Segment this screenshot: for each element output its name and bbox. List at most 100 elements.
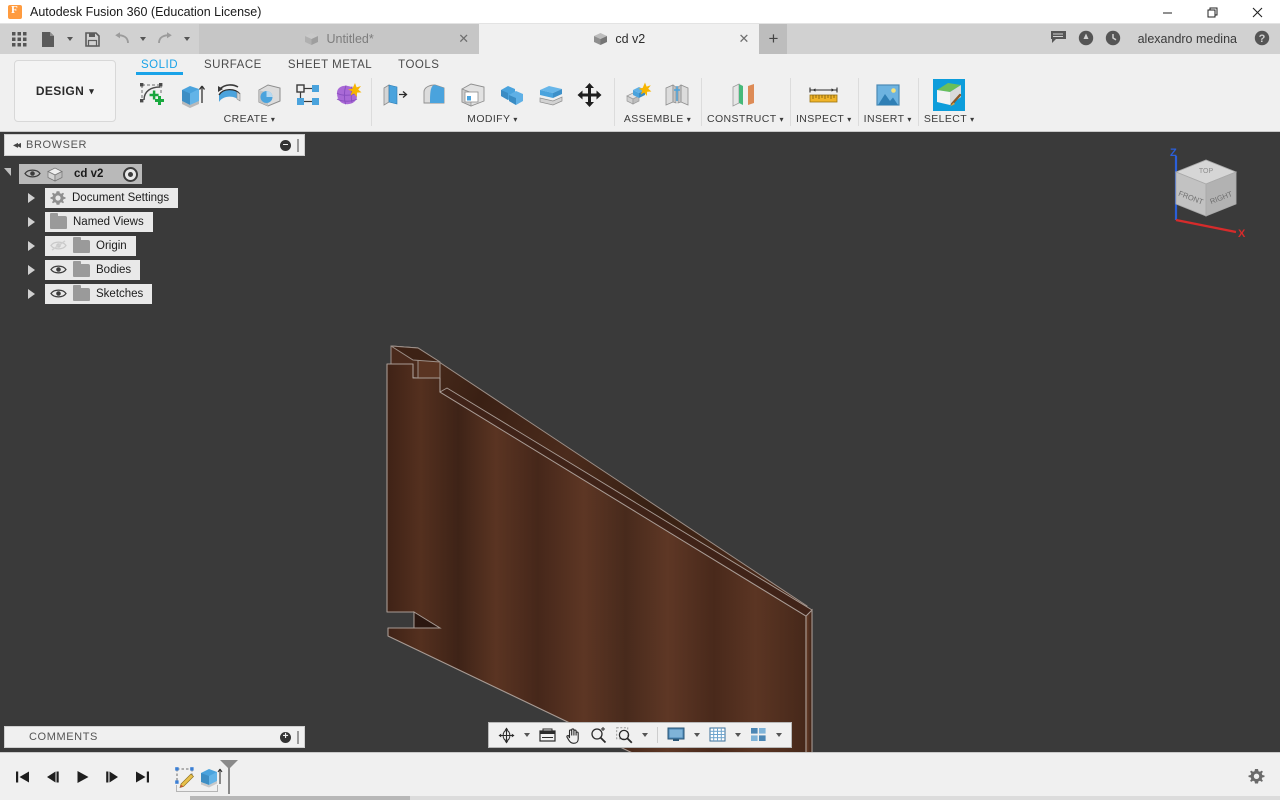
joint-icon[interactable]: [659, 77, 695, 113]
orbit-caret-icon[interactable]: [520, 724, 534, 746]
expand-arrow-icon[interactable]: [4, 168, 11, 176]
tree-row-named-views[interactable]: Named Views: [0, 210, 305, 234]
panel-assemble-label[interactable]: ASSEMBLE ▾: [624, 113, 691, 125]
file-menu-caret-icon[interactable]: [64, 26, 76, 52]
timeline-settings-gear-icon[interactable]: [1246, 766, 1266, 788]
comments-panel[interactable]: COMMENTS +: [4, 726, 305, 748]
tree-item-chip[interactable]: Sketches: [45, 284, 153, 304]
grid-menu-icon[interactable]: [6, 26, 32, 52]
undo-caret-icon[interactable]: [137, 26, 149, 52]
collapse-icon[interactable]: ◂◂: [13, 140, 21, 151]
add-comment-icon[interactable]: +: [280, 731, 291, 743]
close-icon[interactable]: ✕: [739, 31, 750, 47]
revolve-icon[interactable]: [212, 77, 248, 113]
3d-viewport[interactable]: ◂◂ BROWSER – cd v2 Document Settings Nam…: [0, 132, 1280, 752]
move-copy-icon[interactable]: [572, 77, 608, 113]
display-settings-caret-icon[interactable]: [690, 724, 704, 746]
help-icon[interactable]: ?: [1254, 30, 1270, 49]
extrude-icon[interactable]: [173, 77, 209, 113]
grid-snaps-icon[interactable]: [705, 724, 730, 746]
pattern-icon[interactable]: [290, 77, 326, 113]
file-icon[interactable]: [35, 26, 61, 52]
expand-arrow-icon[interactable]: [28, 193, 35, 203]
go-to-end-icon[interactable]: [132, 766, 152, 788]
close-icon[interactable]: ✕: [458, 31, 469, 47]
document-tab-untitled[interactable]: Untitled* ✕: [199, 24, 480, 54]
combine-icon[interactable]: [494, 77, 530, 113]
insert-image-icon[interactable]: [870, 77, 906, 113]
zoom-window-icon[interactable]: [612, 724, 637, 746]
panel-construct-label[interactable]: CONSTRUCT ▾: [707, 113, 784, 125]
measure-icon[interactable]: [806, 77, 842, 113]
new-tab-button[interactable]: +: [759, 24, 788, 54]
notification-icon[interactable]: [1078, 30, 1094, 49]
fillet-icon[interactable]: [416, 77, 452, 113]
tree-item-chip[interactable]: Bodies: [45, 260, 141, 280]
display-settings-screen-icon[interactable]: [663, 724, 689, 746]
shell-icon[interactable]: [455, 77, 491, 113]
display-settings-icon[interactable]: [535, 724, 560, 746]
form-icon[interactable]: [329, 77, 365, 113]
eye-visible-icon[interactable]: [50, 264, 67, 276]
new-component-icon[interactable]: [620, 77, 656, 113]
tree-root-row[interactable]: cd v2: [0, 162, 305, 186]
save-icon[interactable]: [79, 26, 105, 52]
timeline-playhead[interactable]: [220, 759, 238, 794]
panel-select-label[interactable]: SELECT ▾: [924, 113, 975, 125]
viewports-caret-icon[interactable]: [772, 724, 786, 746]
orbit-icon[interactable]: [494, 724, 519, 746]
tree-row-origin[interactable]: Origin: [0, 234, 305, 258]
press-pull-icon[interactable]: [377, 77, 413, 113]
panel-create-label[interactable]: CREATE ▾: [224, 113, 276, 125]
eye-visible-icon[interactable]: [50, 288, 67, 300]
maximize-button[interactable]: [1190, 0, 1235, 24]
sweep-icon[interactable]: [251, 77, 287, 113]
tab-surface[interactable]: SURFACE: [191, 54, 275, 75]
tree-row-sketches[interactable]: Sketches: [0, 282, 305, 306]
pan-icon[interactable]: [561, 724, 585, 746]
minimize-panel-icon[interactable]: –: [280, 139, 291, 151]
undo-icon[interactable]: [108, 26, 134, 52]
tree-item-chip[interactable]: Origin: [45, 236, 136, 256]
tree-row-bodies[interactable]: Bodies: [0, 258, 305, 282]
expand-arrow-icon[interactable]: [28, 265, 35, 275]
tab-tools[interactable]: TOOLS: [385, 54, 452, 75]
workspace-switcher[interactable]: DESIGN ▾: [14, 60, 116, 122]
redo-caret-icon[interactable]: [181, 26, 193, 52]
document-tab-cd-v2[interactable]: cd v2 ✕: [479, 24, 760, 54]
go-to-beginning-icon[interactable]: [12, 766, 32, 788]
eye-visible-icon[interactable]: [24, 168, 41, 180]
panel-inspect-label[interactable]: INSPECT ▾: [796, 113, 852, 125]
panel-modify-label[interactable]: MODIFY ▾: [467, 113, 518, 125]
zoom-icon[interactable]: [586, 724, 611, 746]
tree-root-chip[interactable]: cd v2: [19, 164, 143, 184]
split-face-icon[interactable]: [533, 77, 569, 113]
view-cube[interactable]: Z X TOP FRONT RIGHT: [1154, 142, 1254, 242]
step-forward-icon[interactable]: [102, 766, 122, 788]
select-icon[interactable]: [931, 77, 967, 113]
zoom-window-caret-icon[interactable]: [638, 724, 652, 746]
step-back-icon[interactable]: [42, 766, 62, 788]
close-button[interactable]: [1235, 0, 1280, 24]
tree-item-chip[interactable]: Document Settings: [45, 188, 179, 208]
tab-sheet-metal[interactable]: SHEET METAL: [275, 54, 385, 75]
create-sketch-icon[interactable]: [134, 77, 170, 113]
play-icon[interactable]: [72, 766, 92, 788]
job-status-icon[interactable]: [1105, 30, 1121, 49]
expand-arrow-icon[interactable]: [28, 241, 35, 251]
expand-arrow-icon[interactable]: [28, 217, 35, 227]
tab-solid[interactable]: SOLID: [128, 54, 191, 75]
minimize-button[interactable]: [1145, 0, 1190, 24]
viewports-icon[interactable]: [746, 724, 771, 746]
comment-icon[interactable]: [1050, 30, 1067, 48]
tree-item-chip[interactable]: Named Views: [45, 212, 153, 232]
panel-insert-label[interactable]: INSERT ▾: [864, 113, 912, 125]
user-name[interactable]: alexandro medina: [1132, 32, 1243, 46]
tree-row-document-settings[interactable]: Document Settings: [0, 186, 305, 210]
panel-grip[interactable]: [297, 730, 299, 744]
timeline-scrollbar[interactable]: [190, 796, 1280, 800]
activate-target-icon[interactable]: [123, 166, 139, 182]
expand-arrow-icon[interactable]: [28, 289, 35, 299]
eye-hidden-icon[interactable]: [50, 240, 67, 252]
grid-snaps-caret-icon[interactable]: [731, 724, 745, 746]
